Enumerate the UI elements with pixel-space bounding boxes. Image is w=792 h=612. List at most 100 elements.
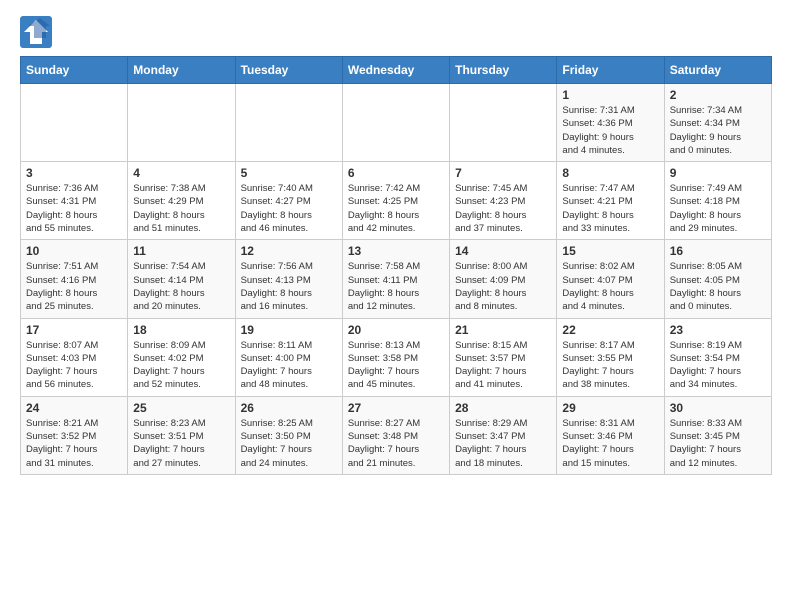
day-info: Sunrise: 8:02 AMSunset: 4:07 PMDaylight:… <box>562 260 658 313</box>
day-number: 6 <box>348 166 444 180</box>
day-number: 29 <box>562 401 658 415</box>
day-number: 3 <box>26 166 122 180</box>
day-info: Sunrise: 8:29 AMSunset: 3:47 PMDaylight:… <box>455 417 551 470</box>
day-number: 22 <box>562 323 658 337</box>
day-info: Sunrise: 7:34 AMSunset: 4:34 PMDaylight:… <box>670 104 766 157</box>
day-number: 7 <box>455 166 551 180</box>
calendar-cell <box>235 84 342 162</box>
day-number: 19 <box>241 323 337 337</box>
day-info: Sunrise: 8:25 AMSunset: 3:50 PMDaylight:… <box>241 417 337 470</box>
calendar-cell: 9 Sunrise: 7:49 AMSunset: 4:18 PMDaylight… <box>664 162 771 240</box>
calendar-header-row: SundayMondayTuesdayWednesdayThursdayFrid… <box>21 57 772 84</box>
calendar-cell: 7 Sunrise: 7:45 AMSunset: 4:23 PMDaylight… <box>450 162 557 240</box>
day-info: Sunrise: 7:31 AMSunset: 4:36 PMDaylight:… <box>562 104 658 157</box>
calendar-cell: 8 Sunrise: 7:47 AMSunset: 4:21 PMDaylight… <box>557 162 664 240</box>
calendar-cell: 30 Sunrise: 8:33 AMSunset: 3:45 PMDayligh… <box>664 396 771 474</box>
calendar-cell: 17Sunrise: 8:07 AMSunset: 4:03 PMDayligh… <box>21 318 128 396</box>
day-number: 21 <box>455 323 551 337</box>
day-info: Sunrise: 8:00 AMSunset: 4:09 PMDaylight:… <box>455 260 551 313</box>
day-number: 28 <box>455 401 551 415</box>
day-info: Sunrise: 7:45 AMSunset: 4:23 PMDaylight:… <box>455 182 551 235</box>
day-info: Sunrise: 7:54 AMSunset: 4:14 PMDaylight:… <box>133 260 229 313</box>
day-info: Sunrise: 8:07 AMSunset: 4:03 PMDaylight:… <box>26 339 122 392</box>
day-number: 26 <box>241 401 337 415</box>
day-number: 12 <box>241 244 337 258</box>
day-info: Sunrise: 7:51 AMSunset: 4:16 PMDaylight:… <box>26 260 122 313</box>
calendar-cell <box>128 84 235 162</box>
calendar-cell: 14 Sunrise: 8:00 AMSunset: 4:09 PMDayligh… <box>450 240 557 318</box>
logo <box>20 16 54 46</box>
day-number: 4 <box>133 166 229 180</box>
header-thursday: Thursday <box>450 57 557 84</box>
day-info: Sunrise: 8:13 AMSunset: 3:58 PMDaylight:… <box>348 339 444 392</box>
day-number: 20 <box>348 323 444 337</box>
day-info: Sunrise: 8:15 AMSunset: 3:57 PMDaylight:… <box>455 339 551 392</box>
calendar-cell: 15 Sunrise: 8:02 AMSunset: 4:07 PMDayligh… <box>557 240 664 318</box>
calendar-cell: 22 Sunrise: 8:17 AMSunset: 3:55 PMDayligh… <box>557 318 664 396</box>
day-info: Sunrise: 8:33 AMSunset: 3:45 PMDaylight:… <box>670 417 766 470</box>
calendar-cell: 20 Sunrise: 8:13 AMSunset: 3:58 PMDayligh… <box>342 318 449 396</box>
day-info: Sunrise: 7:56 AMSunset: 4:13 PMDaylight:… <box>241 260 337 313</box>
day-info: Sunrise: 8:31 AMSunset: 3:46 PMDaylight:… <box>562 417 658 470</box>
day-info: Sunrise: 8:17 AMSunset: 3:55 PMDaylight:… <box>562 339 658 392</box>
day-info: Sunrise: 7:58 AMSunset: 4:11 PMDaylight:… <box>348 260 444 313</box>
day-info: Sunrise: 7:47 AMSunset: 4:21 PMDaylight:… <box>562 182 658 235</box>
day-info: Sunrise: 7:49 AMSunset: 4:18 PMDaylight:… <box>670 182 766 235</box>
calendar-cell: 2 Sunrise: 7:34 AMSunset: 4:34 PMDaylight… <box>664 84 771 162</box>
day-number: 24 <box>26 401 122 415</box>
calendar-cell <box>342 84 449 162</box>
page: SundayMondayTuesdayWednesdayThursdayFrid… <box>0 0 792 485</box>
calendar-cell: 19 Sunrise: 8:11 AMSunset: 4:00 PMDayligh… <box>235 318 342 396</box>
calendar-cell: 18 Sunrise: 8:09 AMSunset: 4:02 PMDayligh… <box>128 318 235 396</box>
header-sunday: Sunday <box>21 57 128 84</box>
calendar-cell: 23 Sunrise: 8:19 AMSunset: 3:54 PMDayligh… <box>664 318 771 396</box>
calendar-cell: 24Sunrise: 8:21 AMSunset: 3:52 PMDayligh… <box>21 396 128 474</box>
calendar-cell <box>21 84 128 162</box>
calendar-week-5: 24Sunrise: 8:21 AMSunset: 3:52 PMDayligh… <box>21 396 772 474</box>
calendar-cell: 13 Sunrise: 7:58 AMSunset: 4:11 PMDayligh… <box>342 240 449 318</box>
day-number: 13 <box>348 244 444 258</box>
header-tuesday: Tuesday <box>235 57 342 84</box>
day-number: 15 <box>562 244 658 258</box>
day-number: 9 <box>670 166 766 180</box>
header <box>20 16 772 46</box>
calendar-cell: 16 Sunrise: 8:05 AMSunset: 4:05 PMDayligh… <box>664 240 771 318</box>
day-number: 25 <box>133 401 229 415</box>
calendar-week-4: 17Sunrise: 8:07 AMSunset: 4:03 PMDayligh… <box>21 318 772 396</box>
calendar-week-3: 10 Sunrise: 7:51 AMSunset: 4:16 PMDayligh… <box>21 240 772 318</box>
calendar-cell: 12 Sunrise: 7:56 AMSunset: 4:13 PMDayligh… <box>235 240 342 318</box>
day-info: Sunrise: 7:40 AMSunset: 4:27 PMDaylight:… <box>241 182 337 235</box>
header-wednesday: Wednesday <box>342 57 449 84</box>
day-info: Sunrise: 7:36 AMSunset: 4:31 PMDaylight:… <box>26 182 122 235</box>
calendar-cell: 1 Sunrise: 7:31 AMSunset: 4:36 PMDaylight… <box>557 84 664 162</box>
calendar-cell: 27Sunrise: 8:27 AMSunset: 3:48 PMDayligh… <box>342 396 449 474</box>
calendar-week-1: 1 Sunrise: 7:31 AMSunset: 4:36 PMDaylight… <box>21 84 772 162</box>
calendar-table: SundayMondayTuesdayWednesdayThursdayFrid… <box>20 56 772 475</box>
day-info: Sunrise: 8:19 AMSunset: 3:54 PMDaylight:… <box>670 339 766 392</box>
day-number: 23 <box>670 323 766 337</box>
day-number: 27 <box>348 401 444 415</box>
day-number: 5 <box>241 166 337 180</box>
day-number: 18 <box>133 323 229 337</box>
header-monday: Monday <box>128 57 235 84</box>
calendar-cell: 4 Sunrise: 7:38 AMSunset: 4:29 PMDaylight… <box>128 162 235 240</box>
day-info: Sunrise: 8:11 AMSunset: 4:00 PMDaylight:… <box>241 339 337 392</box>
day-info: Sunrise: 8:09 AMSunset: 4:02 PMDaylight:… <box>133 339 229 392</box>
day-number: 1 <box>562 88 658 102</box>
day-number: 30 <box>670 401 766 415</box>
logo-icon <box>20 16 50 46</box>
day-info: Sunrise: 7:38 AMSunset: 4:29 PMDaylight:… <box>133 182 229 235</box>
calendar-cell: 6 Sunrise: 7:42 AMSunset: 4:25 PMDaylight… <box>342 162 449 240</box>
calendar-cell <box>450 84 557 162</box>
day-info: Sunrise: 7:42 AMSunset: 4:25 PMDaylight:… <box>348 182 444 235</box>
header-saturday: Saturday <box>664 57 771 84</box>
day-number: 2 <box>670 88 766 102</box>
day-info: Sunrise: 8:23 AMSunset: 3:51 PMDaylight:… <box>133 417 229 470</box>
day-number: 16 <box>670 244 766 258</box>
day-info: Sunrise: 8:05 AMSunset: 4:05 PMDaylight:… <box>670 260 766 313</box>
day-number: 8 <box>562 166 658 180</box>
calendar-cell: 5 Sunrise: 7:40 AMSunset: 4:27 PMDaylight… <box>235 162 342 240</box>
day-number: 14 <box>455 244 551 258</box>
day-number: 10 <box>26 244 122 258</box>
day-number: 11 <box>133 244 229 258</box>
